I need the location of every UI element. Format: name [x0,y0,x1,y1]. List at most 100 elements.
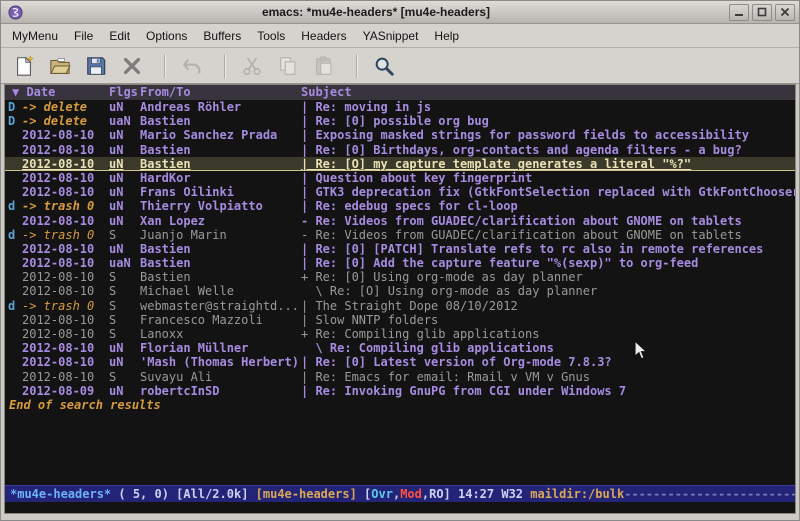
message-row[interactable]: 2012-08-10uNFlorian Müllner \ Re: Compil… [5,341,795,355]
save-floppy-icon [85,55,107,77]
subject-cell: + Re: [0] Using org-mode as day planner [301,270,795,284]
from-cell: Bastien [140,114,301,128]
from-cell: 'Mash (Thomas Herbert) [140,355,301,369]
subject-cell: | Re: moving in js [301,100,795,114]
from-cell: webmaster@straightd... [140,299,301,313]
date-cell: 2012-08-10 [22,171,109,185]
message-row[interactable]: 2012-08-10uNBastien| Re: [0] Birthdays, … [5,143,795,157]
message-row[interactable]: d-> trash 0Swebmaster@straightd...| The … [5,299,795,313]
menu-mymenu[interactable]: MyMenu [4,26,66,46]
modeline[interactable]: *mu4e-headers* ( 5, 0) [All/2.0k] [mu4e-… [5,485,795,502]
subject-cell: | Re: [0] possible org bug [301,114,795,128]
message-row[interactable]: 2012-08-10uN'Mash (Thomas Herbert)| Re: … [5,355,795,369]
from-cell: HardKor [140,171,301,185]
undo-arrow-icon [181,55,203,77]
emacs-window: emacs: *mu4e-headers* [mu4e-headers] MyM… [0,0,800,521]
search-magnifier-icon [373,55,395,77]
mark-cell: D [8,100,22,114]
message-row[interactable]: 2012-08-10uaNBastien| Re: [0] Add the ca… [5,256,795,270]
menu-edit[interactable]: Edit [101,26,138,46]
from-cell: Mario Sanchez Prada [140,128,301,142]
from-cell: Xan Lopez [140,214,301,228]
paste-clipboard-button [309,51,339,81]
mark-cell [8,370,22,384]
message-row[interactable]: 2012-08-09uNrobertcInSD| Re: Invoking Gn… [5,384,795,398]
message-row[interactable]: 2012-08-10SMichael Welle \ Re: [O] Using… [5,284,795,298]
message-row[interactable]: 2012-08-10SFrancesco Mazzoli| Slow NNTP … [5,313,795,327]
message-row[interactable]: d-> trash 0SJuanjo Marin- Re: Videos fro… [5,228,795,242]
save-floppy-button[interactable] [81,51,111,81]
subject-cell: | Re: [0] Birthdays, org-contacts and ag… [301,143,795,157]
date-cell: 2012-08-10 [22,185,109,199]
message-row[interactable]: 2012-08-10uNBastien| Re: [O] my capture … [5,157,795,171]
date-cell: -> trash 0 [22,199,109,213]
mark-cell [8,157,22,171]
flags-cell: uN [109,199,140,213]
date-cell: 2012-08-10 [22,214,109,228]
message-row[interactable]: 2012-08-10SBastien+ Re: [0] Using org-mo… [5,270,795,284]
flags-cell: uN [109,355,140,369]
message-row[interactable]: D-> deleteuNAndreas Röhler| Re: moving i… [5,100,795,114]
menu-help[interactable]: Help [426,26,467,46]
subject-cell: | Re: [0] [PATCH] Translate refs to rc a… [301,242,795,256]
menu-options[interactable]: Options [138,26,195,46]
close-x-button[interactable] [117,51,147,81]
flags-cell: uN [109,242,140,256]
open-folder-icon [49,55,71,77]
flags-cell: uN [109,143,140,157]
message-row[interactable]: 2012-08-10uNHardKor| Question about key … [5,171,795,185]
menu-headers[interactable]: Headers [293,26,354,46]
message-row[interactable]: 2012-08-10uNFrans Oilinki| GTK3 deprecat… [5,185,795,199]
message-list: D-> delete uN Andreas Röhler| Re: moving i… [5,100,795,398]
message-row[interactable]: D-> deleteuaNBastien| Re: [0] possible o… [5,114,795,128]
mark-cell [8,185,22,199]
message-row[interactable]: 2012-08-10uNBastien| Re: [0] [PATCH] Tra… [5,242,795,256]
titlebar[interactable]: emacs: *mu4e-headers* [mu4e-headers] [1,1,799,24]
message-row[interactable]: 2012-08-10uNXan Lopez- Re: Videos from G… [5,214,795,228]
subject-cell: | Slow NNTP folders [301,313,795,327]
minibuffer[interactable] [5,502,795,513]
subject-cell: | Re: Emacs for email: Rmail v VM v Gnus [301,370,795,384]
mark-cell [8,341,22,355]
open-folder-button[interactable] [45,51,75,81]
app-icon [8,5,23,20]
from-cell: Andreas Röhler [140,100,301,114]
date-cell: -> delete [22,114,109,128]
flags-cell: uaN [109,114,140,128]
subject-cell: | Re: [0] Latest version of Org-mode 7.8… [301,355,795,369]
flags-cell: uN [109,214,140,228]
message-row[interactable]: 2012-08-10uNMario Sanchez Prada| Exposin… [5,128,795,142]
maximize-button[interactable] [752,4,772,21]
subject-cell: | Re: Invoking GnuPG from CGI under Wind… [301,384,795,398]
mark-cell: D [8,114,22,128]
mark-cell [8,313,22,327]
menu-yasnippet[interactable]: YASnippet [355,26,427,46]
date-cell: 2012-08-10 [22,143,109,157]
date-cell: 2012-08-10 [22,270,109,284]
minimize-button[interactable] [729,4,749,21]
flags-cell: uaN [109,256,140,270]
mark-cell: d [8,199,22,213]
menu-buffers[interactable]: Buffers [195,26,249,46]
subject-cell: | Re: [0] Add the capture feature "%(sex… [301,256,795,270]
subject-cell: - Re: Videos from GUADEC/clarification a… [301,228,795,242]
flags-cell: S [109,284,140,298]
modeline-segment-maildir: maildir:/bulk [530,487,624,501]
search-magnifier-button[interactable] [369,51,399,81]
date-cell: 2012-08-10 [22,370,109,384]
subject-cell: | The Straight Dope 08/10/2012 [301,299,795,313]
menu-tools[interactable]: Tools [249,26,293,46]
message-row[interactable]: 2012-08-10SSuvayu Ali| Re: Emacs for ema… [5,370,795,384]
date-cell: -> delete [22,100,109,114]
close-button[interactable] [775,4,795,21]
new-file-button[interactable] [9,51,39,81]
message-row[interactable]: 2012-08-10SLanoxx+ Re: Compiling glib ap… [5,327,795,341]
menubar: MyMenuFileEditOptionsBuffersToolsHeaders… [1,24,799,48]
modeline-segment-plain: ,RO] [422,487,458,501]
date-cell: -> trash 0 [22,299,109,313]
undo-arrow-button [177,51,207,81]
menu-file[interactable]: File [66,26,101,46]
toolbar-separator [356,54,358,78]
message-row[interactable]: d-> trash 0uNThierry Volpiatto| Re: edeb… [5,199,795,213]
from-cell: Michael Welle [140,284,301,298]
